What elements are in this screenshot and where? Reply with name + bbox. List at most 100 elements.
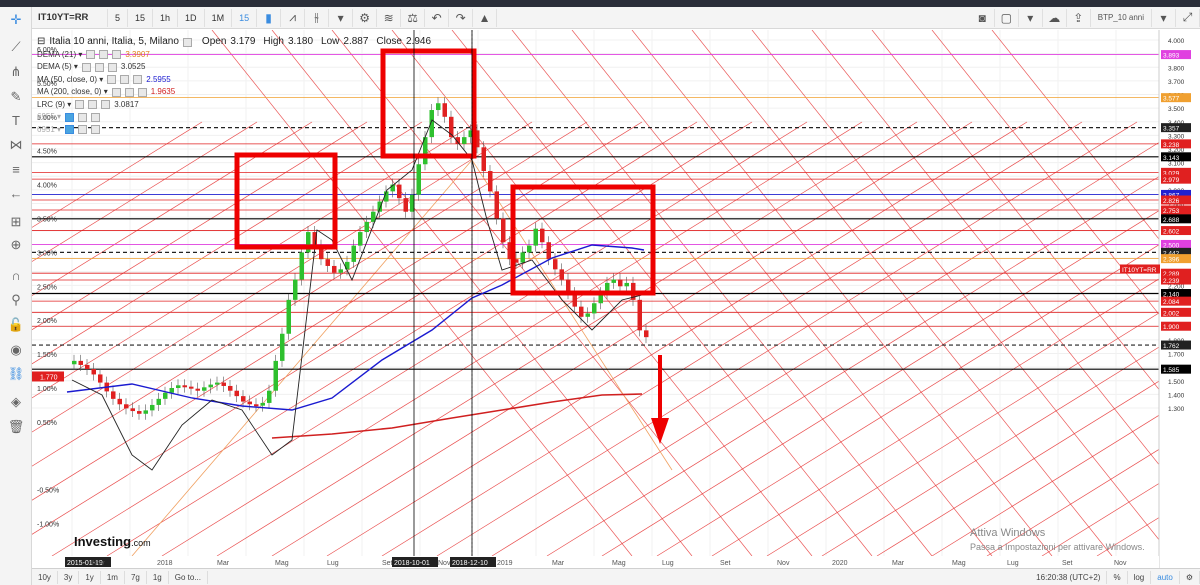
indicator-row[interactable]: MA (200, close, 0) ▾ 1.9635 [37,86,431,99]
eye-icon[interactable] [75,100,85,110]
svg-text:3.700: 3.700 [1168,79,1185,86]
lock-icon[interactable]: 🔓 [6,315,26,335]
range-1y[interactable]: 1y [79,570,101,584]
indicator-row[interactable]: MA (50, close, 0) ▾ 2.5955 [37,74,431,87]
range-7g[interactable]: 7g [125,570,147,584]
close-icon[interactable] [112,50,122,60]
eye-icon[interactable] [81,62,91,72]
trend-line-icon[interactable]: ⟋ [6,37,26,57]
camera-icon[interactable]: ◙ [971,8,995,27]
balance-icon[interactable]: ⚖ [401,8,426,27]
gear-icon[interactable] [120,75,130,85]
magnet-icon[interactable]: ∩ [6,265,26,285]
candles-icon[interactable]: ▮ [257,8,282,27]
patterns-icon[interactable]: ⋈ [6,135,26,155]
svg-text:2.826: 2.826 [1163,198,1180,205]
close-icon[interactable] [91,125,101,135]
compare-icon[interactable]: ⫳ [305,8,330,27]
zoom-icon[interactable]: ⊕ [6,235,26,255]
interval-custom-dropdown[interactable]: 15 [232,8,258,27]
interval-15[interactable]: 15 [128,8,154,27]
gear-icon[interactable] [99,50,109,60]
cloud-icon[interactable]: ☁ [1043,8,1067,27]
range-1m[interactable]: 1m [101,570,125,584]
fullscreen-box-icon[interactable]: ▢ [995,8,1019,27]
indicator-row[interactable]: 6951 ▾ [37,124,431,137]
svg-text:Mar: Mar [217,560,230,567]
undo-icon[interactable]: ↶ [425,8,450,27]
close-icon[interactable] [91,112,101,122]
percent-toggle[interactable]: % [1107,570,1128,584]
auto-toggle[interactable]: auto [1151,570,1180,584]
close-icon[interactable] [137,87,147,97]
range-1g[interactable]: 1g [147,570,169,584]
text-icon[interactable]: T [6,110,26,130]
pitchfork-icon[interactable]: ⋔ [6,62,26,82]
svg-text:3.577: 3.577 [1163,96,1180,103]
indicator-value: 2.5955 [146,74,171,84]
indicator-row[interactable]: DEMA (21) ▾ 3.3907 [37,49,431,62]
gear-icon[interactable] [78,112,88,122]
log-toggle[interactable]: log [1128,570,1152,584]
back-arrow-icon[interactable]: ← [6,183,26,203]
chevron-down-icon[interactable]: ▾ [329,8,354,27]
range-10y[interactable]: 10y [32,570,58,584]
gear-icon[interactable]: ⚙ [353,8,378,27]
eye-icon[interactable]: ◉ [6,340,26,360]
alert-icon[interactable]: ▲ [473,8,498,27]
eye-icon[interactable] [65,112,75,122]
area-chart-icon[interactable]: ⩘ [281,8,306,27]
svg-text:2018-10-01: 2018-10-01 [394,560,430,567]
lock-drawing-icon[interactable]: ⚲ [6,290,26,310]
eye-icon[interactable] [111,87,121,97]
ruler-icon[interactable]: ⊞ [6,212,26,232]
indicator-row[interactable]: DEMA (5) ▾ 3.0525 [37,61,431,74]
chevron-down-icon[interactable]: ▾ [1152,8,1176,27]
svg-text:3.238: 3.238 [1163,142,1180,149]
eye-icon[interactable] [107,75,117,85]
brush-icon[interactable]: ✎ [6,87,26,107]
svg-text:3.300: 3.300 [1168,133,1185,140]
gear-icon[interactable] [88,100,98,110]
redo-icon[interactable]: ↷ [449,8,474,27]
dropdown-icon[interactable]: ▾ [1019,8,1043,27]
crosshair-icon[interactable]: ✛ [6,10,26,30]
maximize-icon[interactable]: ⤢ [1176,8,1200,27]
interval-5[interactable]: 5 [108,8,129,27]
svg-text:4.00%: 4.00% [37,183,57,190]
indicator-row[interactable]: LRC (9) ▾ 3.0817 [37,99,431,112]
link-icon[interactable]: ⛓ [6,364,26,384]
gear-icon[interactable] [94,62,104,72]
interval-1d[interactable]: 1D [178,8,205,27]
layout-name[interactable]: BTP_10 anni [1091,8,1152,27]
indicator-row[interactable]: 6955 ▾ [37,111,431,124]
symbol-search[interactable]: IT10YT=RR [32,8,108,27]
close-icon[interactable] [107,62,117,72]
settings-icon[interactable]: ⚙ [1180,570,1200,584]
trash-icon[interactable]: 🗑 [6,417,26,437]
svg-text:3.357: 3.357 [1163,126,1180,133]
collapse-icon[interactable]: ⊟ [37,36,45,49]
range-3y[interactable]: 3y [58,570,80,584]
svg-text:1.585: 1.585 [1163,367,1180,374]
cloud-upload-icon[interactable]: ⇪ [1067,8,1091,27]
gear-icon[interactable] [124,87,134,97]
layers-icon[interactable]: ◈ [6,392,26,412]
close-icon[interactable] [133,75,143,85]
svg-text:Mag: Mag [275,560,289,567]
indicator-value: 3.3907 [125,49,150,59]
fib-icon[interactable]: ≡ [6,159,26,179]
eye-icon[interactable] [86,50,96,60]
indicators-icon[interactable]: ≋ [377,8,402,27]
svg-text:1.300: 1.300 [1168,406,1185,413]
eye-icon[interactable] [65,125,75,135]
interval-1h[interactable]: 1h [153,8,179,27]
legend-visibility-icon[interactable] [182,37,192,47]
open-label: Open [201,36,227,47]
close-value: 2.946 [406,36,432,47]
goto-button[interactable]: Go to... [169,570,208,584]
interval-1m[interactable]: 1M [205,8,233,27]
gear-icon[interactable] [78,125,88,135]
svg-text:4.000: 4.000 [1168,38,1185,45]
close-icon[interactable] [101,100,111,110]
